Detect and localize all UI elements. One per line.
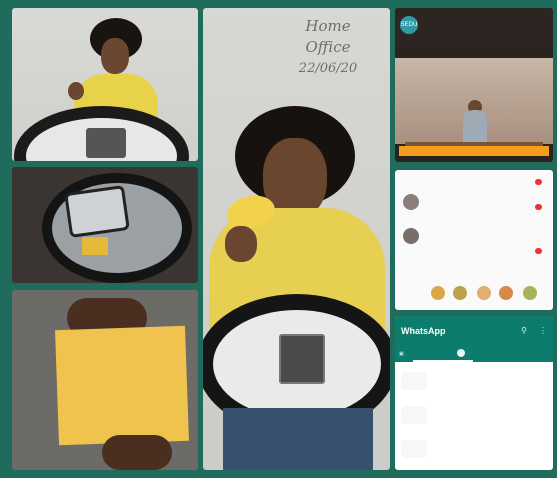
youtube-screenshot: SEDU	[395, 8, 553, 162]
active-tab-indicator	[413, 360, 473, 362]
heart-icon[interactable]	[535, 204, 542, 210]
app-title: WhatsApp	[401, 326, 446, 336]
jeans	[223, 408, 373, 470]
chat-item[interactable]	[395, 400, 553, 434]
video-header: SEDU	[395, 8, 553, 48]
presenter	[463, 110, 487, 142]
search-icon[interactable]: ⚲	[521, 326, 527, 335]
photo-woman-home-office: Home Office 22/06/20	[203, 8, 390, 470]
hand	[102, 435, 172, 470]
video-banner	[399, 146, 549, 156]
emoji-icon[interactable]	[523, 286, 537, 300]
photo-collage: Home Office 22/06/20 SEDU WhatsApp ⚲ ⋮ ▣	[0, 0, 557, 478]
unread-badge	[457, 349, 465, 357]
video-frame[interactable]	[395, 58, 553, 156]
chat-item[interactable]	[395, 434, 553, 468]
photo-woman-with-ring-light	[12, 8, 198, 161]
yellow-paper	[55, 325, 189, 446]
emoji-icon[interactable]	[477, 286, 491, 300]
chat-item[interactable]	[395, 366, 553, 400]
group-avatar	[401, 440, 427, 458]
phone-holder	[86, 128, 126, 158]
photo-phone-on-ring-light	[12, 167, 198, 283]
avatar[interactable]	[403, 228, 419, 244]
heart-icon[interactable]	[535, 248, 542, 254]
phone-holder	[279, 334, 325, 384]
hand	[225, 226, 257, 262]
hand	[68, 82, 84, 100]
emoji-icon[interactable]	[453, 286, 467, 300]
whatsapp-header: WhatsApp ⚲ ⋮	[395, 316, 553, 348]
phone	[64, 185, 130, 238]
caption-date: 22/06/20	[298, 61, 358, 76]
face	[101, 38, 129, 74]
channel-logo[interactable]: SEDU	[400, 16, 418, 34]
camera-icon[interactable]: ▣	[399, 351, 404, 357]
ring-light	[14, 106, 189, 161]
emoji-icon[interactable]	[431, 286, 445, 300]
group-avatar	[401, 372, 427, 390]
emoji-icon[interactable]	[499, 286, 513, 300]
caption-line-office: Office	[305, 38, 351, 56]
photo-hands-holding-paper	[12, 290, 198, 470]
avatar[interactable]	[403, 194, 419, 210]
caption-line-home: Home	[305, 17, 351, 35]
heart-icon[interactable]	[535, 179, 542, 185]
group-avatar	[401, 406, 427, 424]
sticky-note	[82, 237, 108, 255]
whatsapp-screenshot: WhatsApp ⚲ ⋮ ▣	[395, 316, 553, 470]
more-vertical-icon[interactable]: ⋮	[539, 326, 547, 335]
home-office-caption: Home Office 22/06/20	[273, 16, 383, 79]
comments-screenshot	[395, 170, 553, 310]
